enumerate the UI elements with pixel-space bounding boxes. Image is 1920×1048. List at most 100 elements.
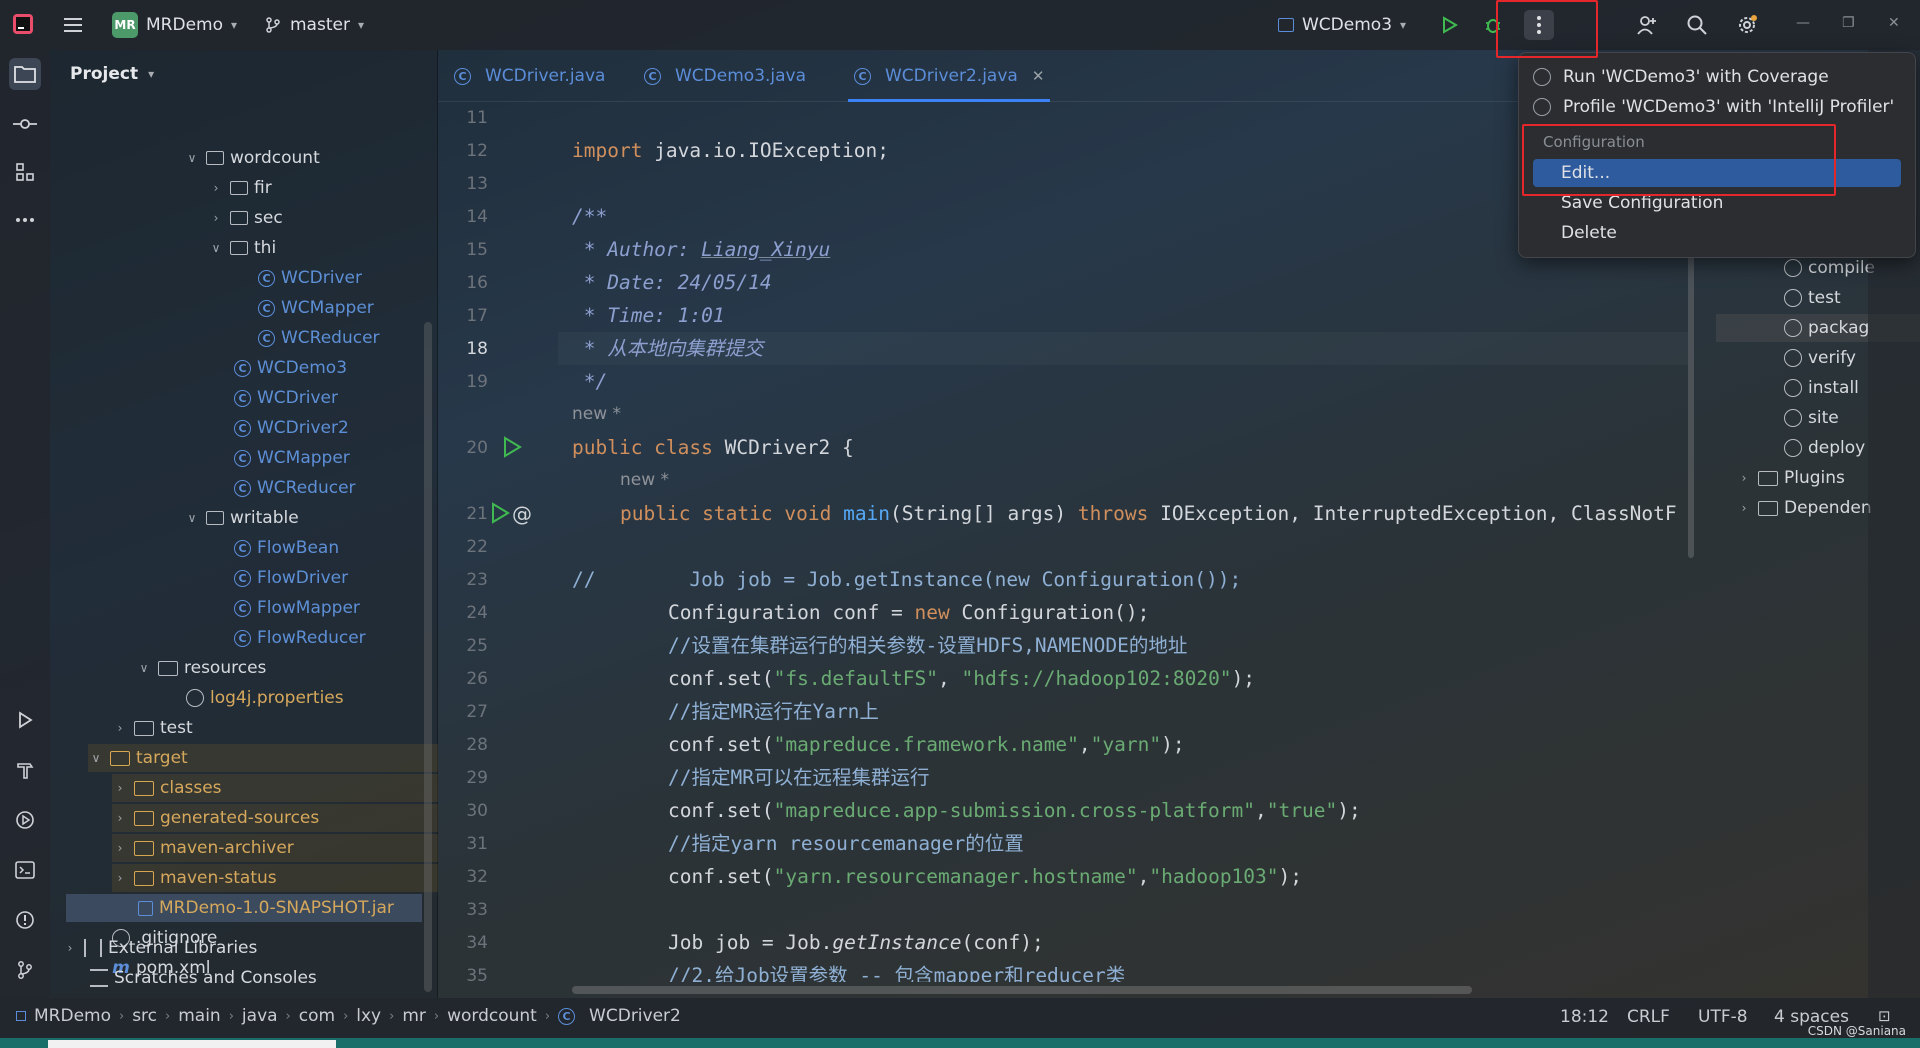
build-tool-button[interactable]	[9, 754, 41, 786]
run-main-gutter-icon[interactable]	[490, 502, 510, 524]
editor-horizontal-scrollbar[interactable]	[572, 986, 1472, 994]
breadcrumb-item[interactable]: MRDemo	[34, 1006, 111, 1026]
tree-item-thi[interactable]: ∨ thi	[208, 234, 277, 262]
collapse-chevron-icon[interactable]: ›	[1736, 501, 1752, 515]
save-configuration-item[interactable]: Save Configuration	[1533, 189, 1723, 217]
tree-item-resources[interactable]: ∨ resources	[136, 654, 267, 682]
settings-button[interactable]	[1734, 12, 1760, 38]
problems-tool-button[interactable]	[9, 904, 41, 936]
tree-item-maven-archiver[interactable]: › maven-archiver	[112, 834, 438, 862]
tree-item-test[interactable]: › test	[112, 714, 193, 742]
tree-item-generated-sources[interactable]: › generated-sources	[112, 804, 438, 832]
run-with-coverage-item[interactable]: Run 'WCDemo3' with Coverage	[1533, 63, 1829, 91]
maven-lifecycle-test[interactable]: test	[1784, 284, 1841, 312]
tree-item-class[interactable]: C WCDriver2	[234, 414, 349, 442]
collapse-chevron-icon[interactable]: ›	[112, 811, 128, 825]
breadcrumb-item[interactable]: com	[299, 1006, 335, 1026]
tree-item-properties-file[interactable]: log4j.properties	[186, 684, 344, 712]
breadcrumb-item[interactable]: src	[132, 1006, 157, 1026]
maven-lifecycle-install[interactable]: install	[1784, 374, 1859, 402]
tree-item-sec[interactable]: › sec	[208, 204, 283, 232]
close-tab-icon[interactable]: ✕	[1032, 67, 1045, 85]
caret-position[interactable]: 18:12	[1560, 1007, 1609, 1027]
tree-item-class[interactable]: C FlowBean	[234, 534, 339, 562]
expand-chevron-icon[interactable]: ∨	[184, 151, 200, 165]
minimize-window-icon[interactable]: —	[1796, 15, 1810, 31]
breadcrumb-item[interactable]: wordcount	[447, 1006, 537, 1026]
collapse-chevron-icon[interactable]: ›	[112, 781, 128, 795]
search-everywhere-button[interactable]	[1684, 12, 1710, 38]
tree-item-class[interactable]: C FlowReducer	[234, 624, 366, 652]
expand-chevron-icon[interactable]: ∨	[136, 661, 152, 675]
tree-item-class[interactable]: C WCMapper	[234, 444, 350, 472]
lock-icon[interactable]: ⊡	[1878, 1007, 1891, 1025]
commit-tool-button[interactable]	[9, 108, 41, 140]
code-with-me-button[interactable]	[1634, 12, 1660, 38]
tree-item-writable[interactable]: ∨ writable	[184, 504, 299, 532]
tree-item-class[interactable]: C WCMapper	[258, 294, 374, 322]
maven-lifecycle-site[interactable]: site	[1784, 404, 1839, 432]
tree-item-class[interactable]: C WCDriver	[258, 264, 362, 292]
tab-wcdriver[interactable]: C WCDriver.java	[454, 50, 605, 102]
main-menu-icon[interactable]	[62, 14, 84, 36]
breadcrumb-item[interactable]: WCDriver2	[589, 1006, 681, 1026]
maven-dependencies[interactable]: › Dependen	[1736, 494, 1872, 522]
tree-item-jar[interactable]: MRDemo-1.0-SNAPSHOT.jar	[66, 894, 422, 922]
breadcrumb-item[interactable]: mr	[402, 1006, 426, 1026]
debug-button[interactable]	[1480, 12, 1506, 38]
tree-item-class[interactable]: C FlowDriver	[234, 564, 348, 592]
tree-item-class[interactable]: C WCDriver	[234, 384, 338, 412]
run-button[interactable]	[1436, 12, 1462, 38]
vcs-branch-switcher[interactable]: master ▾	[264, 11, 364, 39]
maven-lifecycle-compile[interactable]: compile	[1784, 254, 1875, 282]
tree-item-class[interactable]: C FlowMapper	[234, 594, 360, 622]
breadcrumb-item[interactable]: main	[178, 1006, 220, 1026]
services-tool-button[interactable]	[9, 804, 41, 836]
tree-item-class[interactable]: C WCDemo3	[234, 354, 347, 382]
git-tool-button[interactable]	[9, 954, 41, 986]
maven-lifecycle-deploy[interactable]: deploy	[1784, 434, 1865, 462]
collapse-chevron-icon[interactable]: ›	[1736, 471, 1752, 485]
collapse-chevron-icon[interactable]: ›	[112, 721, 128, 735]
run-class-gutter-icon[interactable]	[502, 436, 522, 458]
structure-tool-button[interactable]	[9, 156, 41, 188]
line-separator[interactable]: CRLF	[1627, 1007, 1670, 1027]
more-actions-button[interactable]	[1524, 10, 1554, 40]
delete-configuration-item[interactable]: Delete	[1533, 219, 1617, 247]
tree-item-class[interactable]: C WCReducer	[258, 324, 380, 352]
tree-item-fir[interactable]: › fir	[208, 174, 272, 202]
expand-chevron-icon[interactable]: ∨	[184, 511, 200, 525]
run-configuration-selector[interactable]: WCDemo3 ▾	[1278, 11, 1406, 39]
tree-item-external-libraries[interactable]: › External Libraries	[62, 934, 258, 962]
profile-item[interactable]: Profile 'WCDemo3' with 'IntelliJ Profile…	[1533, 93, 1894, 121]
project-tool-button[interactable]	[9, 58, 41, 90]
collapse-chevron-icon[interactable]: ›	[112, 871, 128, 885]
maven-lifecycle-verify[interactable]: verify	[1784, 344, 1856, 372]
collapse-chevron-icon[interactable]: ›	[208, 181, 224, 195]
expand-chevron-icon[interactable]: ∨	[88, 751, 104, 765]
project-scrollbar[interactable]	[424, 322, 432, 992]
intellij-logo-icon[interactable]	[13, 14, 33, 34]
breadcrumb-item[interactable]: lxy	[356, 1006, 381, 1026]
restore-window-icon[interactable]: ❐	[1842, 15, 1855, 31]
tree-item-target[interactable]: ∨ target	[88, 744, 438, 772]
tree-item-wordcount[interactable]: ∨ wordcount	[184, 144, 320, 172]
terminal-tool-button[interactable]	[9, 854, 41, 886]
collapse-chevron-icon[interactable]: ›	[112, 841, 128, 855]
edit-configuration-item[interactable]: Edit...	[1533, 159, 1901, 187]
tree-item-class[interactable]: C WCReducer	[234, 474, 356, 502]
collapse-chevron-icon[interactable]: ›	[208, 211, 224, 225]
tab-wcdemo3[interactable]: C WCDemo3.java	[644, 50, 806, 102]
project-switcher[interactable]: MR MRDemo ▾	[112, 11, 237, 39]
tab-wcdriver2[interactable]: C WCDriver2.java ✕	[848, 50, 1051, 102]
collapse-chevron-icon[interactable]: ›	[62, 941, 78, 955]
run-tool-button[interactable]	[9, 704, 41, 736]
annotation-at-icon[interactable]: @	[512, 502, 532, 526]
tree-item-classes[interactable]: › classes	[112, 774, 438, 802]
maven-plugins[interactable]: › Plugins	[1736, 464, 1845, 492]
tree-item-scratches[interactable]: Scratches and Consoles	[90, 964, 317, 992]
breadcrumb-item[interactable]: java	[242, 1006, 278, 1026]
tree-item-maven-status[interactable]: › maven-status	[112, 864, 438, 892]
file-encoding[interactable]: UTF-8	[1698, 1007, 1748, 1027]
project-view-selector[interactable]: Project ▾	[70, 64, 154, 84]
